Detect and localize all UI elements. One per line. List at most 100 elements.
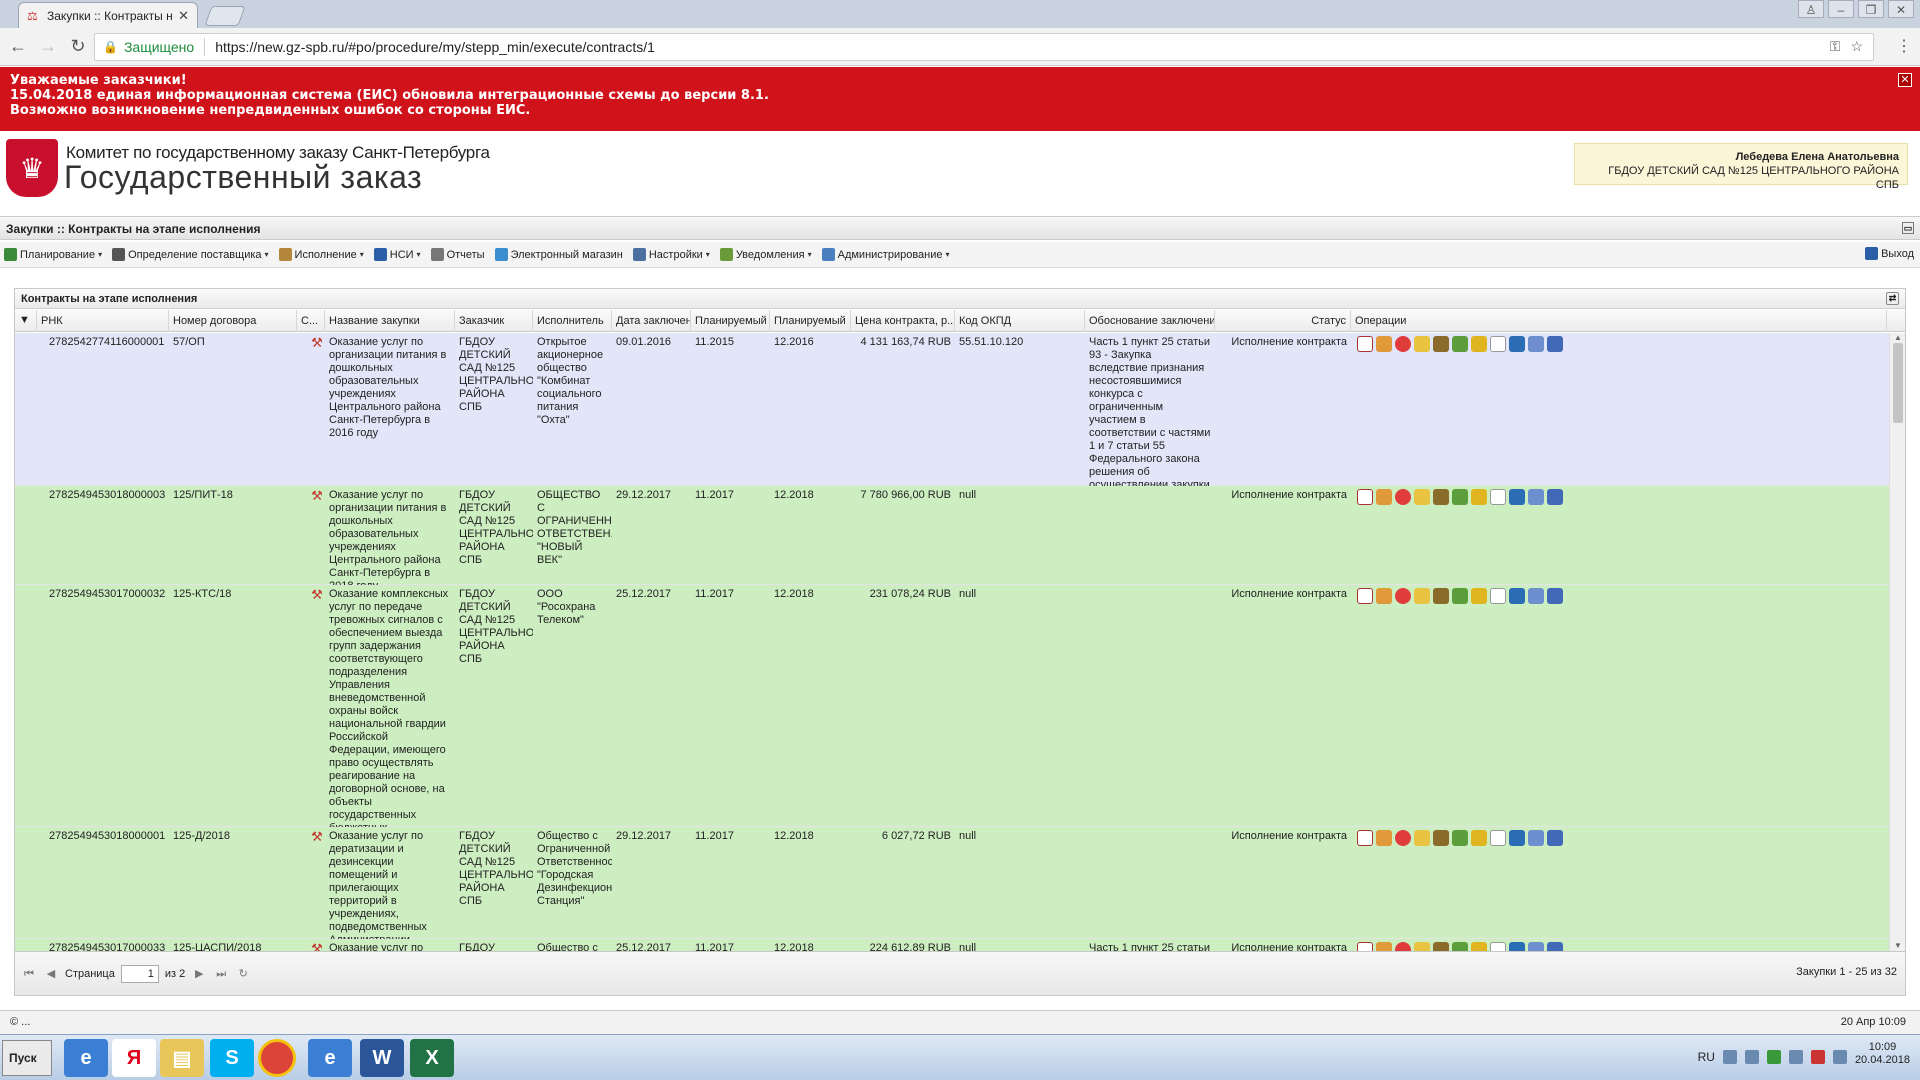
page-icon[interactable] — [1490, 942, 1506, 951]
reload-icon[interactable]: ↻ — [66, 36, 90, 57]
pen-icon[interactable] — [1433, 942, 1449, 951]
table-row[interactable]: 2782549453017000033 125-ЦАСПИ/2018 ⚒ Оказан… — [15, 939, 1889, 951]
page-input[interactable]: 1 — [120, 964, 159, 983]
menu-item[interactable]: Настройки ▾ — [632, 248, 710, 261]
tray-icon[interactable] — [1766, 1050, 1781, 1064]
tray-icon[interactable] — [1788, 1050, 1803, 1064]
start-button[interactable]: Пуск — [2, 1040, 52, 1076]
forward-icon[interactable]: → — [36, 36, 60, 57]
column-header[interactable]: Операции — [1351, 310, 1887, 332]
red-dot-icon[interactable] — [1395, 942, 1411, 951]
close-tab-icon[interactable]: ✕ — [178, 8, 189, 24]
doc-icon[interactable] — [1528, 588, 1544, 604]
red-dot-icon[interactable] — [1395, 588, 1411, 604]
stack-icon[interactable] — [1471, 489, 1487, 505]
tray-icon[interactable] — [1744, 1050, 1759, 1064]
monitor-icon[interactable] — [1547, 336, 1563, 352]
back-icon[interactable]: ← — [6, 36, 30, 57]
doc-icon[interactable] — [1528, 830, 1544, 846]
hand-icon[interactable] — [1376, 336, 1392, 352]
column-header[interactable]: Номер договора — [169, 310, 297, 332]
column-header[interactable]: Статус — [1215, 310, 1351, 332]
gear-icon[interactable] — [1452, 336, 1468, 352]
minimize-button[interactable]: – — [1828, 0, 1854, 18]
skype-icon[interactable]: S — [210, 1039, 254, 1077]
doc-icon[interactable] — [1528, 942, 1544, 951]
hand-icon[interactable] — [1376, 489, 1392, 505]
new-tab-button[interactable] — [204, 6, 246, 26]
document-icon[interactable] — [1357, 588, 1373, 604]
maximize-button[interactable]: ❐ — [1858, 0, 1884, 18]
chart-icon[interactable] — [1414, 489, 1430, 505]
hand-icon[interactable] — [1376, 830, 1392, 846]
books-icon[interactable] — [1509, 830, 1525, 846]
menu-item[interactable]: Уведомления ▾ — [719, 248, 812, 261]
stack-icon[interactable] — [1471, 336, 1487, 352]
panel-tool-icon[interactable]: ⇄ — [1886, 292, 1899, 305]
user-icon[interactable]: ♙ — [1798, 0, 1824, 18]
column-header[interactable]: Дата заключен... — [612, 310, 691, 332]
close-icon[interactable]: ✕ — [1898, 73, 1912, 87]
column-header[interactable]: Обоснование заключения — [1085, 310, 1215, 332]
star-icon[interactable]: ☆ — [1850, 38, 1863, 55]
stack-icon[interactable] — [1471, 830, 1487, 846]
table-row[interactable]: 2782549453017000032 125-КТС/18 ⚒ Оказание к… — [15, 585, 1889, 899]
monitor-icon[interactable] — [1547, 830, 1563, 846]
close-window-button[interactable]: ✕ — [1888, 0, 1914, 18]
gear-icon[interactable] — [1452, 588, 1468, 604]
table-row[interactable]: 2782542774116000001 57/ОП ⚒ Оказание услуг … — [15, 333, 1889, 543]
red-dot-icon[interactable] — [1395, 489, 1411, 505]
page-icon[interactable] — [1490, 588, 1506, 604]
scroll-down-icon[interactable]: ▼ — [1892, 941, 1904, 951]
gear-icon[interactable] — [1452, 830, 1468, 846]
page-icon[interactable] — [1490, 830, 1506, 846]
column-header[interactable]: Планируемый ... — [770, 310, 851, 332]
collapse-icon[interactable]: ▭ — [1902, 222, 1914, 234]
hand-icon[interactable] — [1376, 588, 1392, 604]
yandex-icon[interactable]: Я — [112, 1039, 156, 1077]
scroll-thumb[interactable] — [1893, 343, 1903, 423]
chart-icon[interactable] — [1414, 830, 1430, 846]
hand-icon[interactable] — [1376, 942, 1392, 951]
tray-clock[interactable]: 10:09 20.04.2018 — [1855, 1041, 1910, 1067]
refresh-icon[interactable]: ↻ — [235, 966, 251, 982]
document-icon[interactable] — [1357, 489, 1373, 505]
ie-icon[interactable]: e — [64, 1039, 108, 1077]
document-icon[interactable] — [1357, 830, 1373, 846]
word-icon[interactable]: W — [360, 1039, 404, 1077]
vertical-scrollbar[interactable]: ▲ ▼ — [1889, 333, 1905, 951]
chart-icon[interactable] — [1414, 942, 1430, 951]
chart-icon[interactable] — [1414, 588, 1430, 604]
pen-icon[interactable] — [1433, 489, 1449, 505]
menu-item[interactable]: Планирование ▾ — [4, 248, 102, 261]
doc-icon[interactable] — [1528, 336, 1544, 352]
monitor-icon[interactable] — [1547, 588, 1563, 604]
doc-icon[interactable] — [1528, 489, 1544, 505]
column-header[interactable]: Название закупки — [325, 310, 455, 332]
document-icon[interactable] — [1357, 942, 1373, 951]
books-icon[interactable] — [1509, 336, 1525, 352]
tray-icon[interactable] — [1810, 1050, 1825, 1064]
ie-icon[interactable]: e — [308, 1039, 352, 1077]
browser-tab[interactable]: ⚖ Закупки :: Контракты на э ✕ — [18, 2, 198, 28]
column-header[interactable]: Исполнитель — [533, 310, 612, 332]
monitor-icon[interactable] — [1547, 942, 1563, 951]
prev-page-icon[interactable]: ◀ — [43, 966, 59, 982]
column-header[interactable]: РНК — [37, 310, 169, 332]
tray-icon[interactable] — [1722, 1050, 1737, 1064]
table-row[interactable]: 2782549453018000001 125-Д/2018 ⚒ Оказание у… — [15, 827, 1889, 951]
page-icon[interactable] — [1490, 336, 1506, 352]
url-input[interactable]: 🔒 Защищено https://new.gz-spb.ru/#po/pro… — [94, 33, 1874, 61]
page-icon[interactable] — [1490, 489, 1506, 505]
books-icon[interactable] — [1509, 489, 1525, 505]
pen-icon[interactable] — [1433, 830, 1449, 846]
pen-icon[interactable] — [1433, 588, 1449, 604]
document-icon[interactable] — [1357, 336, 1373, 352]
menu-item[interactable]: Отчеты — [430, 248, 485, 261]
browser-menu-icon[interactable]: ⋮ — [1896, 36, 1912, 56]
chart-icon[interactable] — [1414, 336, 1430, 352]
column-header[interactable]: Код ОКПД — [955, 310, 1085, 332]
chrome-icon[interactable] — [258, 1039, 296, 1077]
red-dot-icon[interactable] — [1395, 830, 1411, 846]
red-dot-icon[interactable] — [1395, 336, 1411, 352]
